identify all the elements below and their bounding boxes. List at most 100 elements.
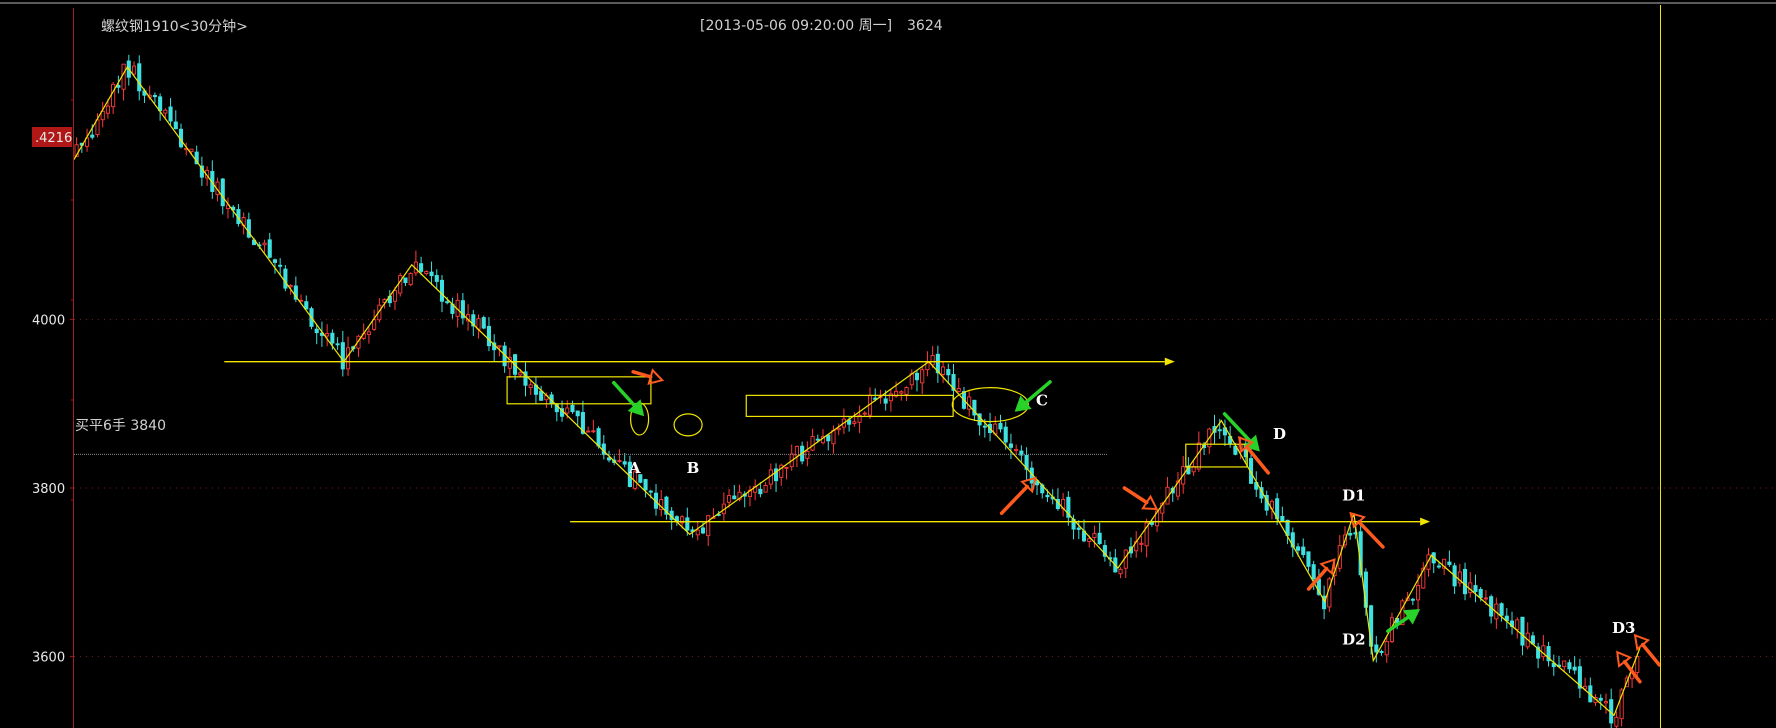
candle-body [424,271,429,275]
candle-body [131,65,137,75]
candle-body [700,527,706,534]
chart-title: 螺纹钢1910<30分钟> [101,18,248,35]
candle-body [956,388,961,392]
candle-body [1076,527,1081,530]
candle-body [763,485,768,493]
candle-body [648,490,653,493]
chart-background [0,0,1776,728]
candle-body [946,369,951,376]
candle-body [1520,616,1525,646]
candle-body [982,425,987,428]
candle-body [586,430,591,433]
candle-body [173,121,178,130]
candle-body [596,428,601,447]
candlestick-chart: A B C D D1 D2 D3 3600 3800 4000 .4216 螺纹钢1910<30… [0,0,1776,728]
candle-body [168,106,173,122]
candle-body [392,290,398,302]
crosshair-value: 3624 [907,18,943,34]
candle-body [163,109,168,114]
candle-body [539,390,544,401]
candle-body [685,517,690,531]
candle-body [283,268,288,289]
candle-body [1008,443,1013,448]
candle-body [941,366,946,375]
candle-body [862,412,867,415]
tick-label-4000: 4000 [32,314,65,329]
candle-body [1572,666,1577,671]
candle-body [278,264,283,267]
candle-body [732,495,737,500]
candle-body [622,461,627,465]
candle-body [591,430,596,433]
candle-body [727,495,732,503]
candle-body [831,430,836,445]
candle-body [784,466,789,469]
point-label-b: B [687,459,700,477]
candle-body [528,384,533,389]
point-label-d3: D3 [1612,619,1635,637]
candle-body [1499,603,1504,616]
candle-body [304,301,309,310]
candle-body [481,317,486,329]
candle-body [565,407,570,414]
candle-body [1603,701,1609,704]
candle-body [1003,426,1008,443]
candle-body [105,105,110,114]
candle-body [826,434,831,442]
candle-body [836,427,841,431]
candle-body [904,387,909,395]
candle-body [810,436,815,451]
candle-body [152,94,157,98]
candle-body [419,263,424,272]
candle-body [695,529,700,536]
candle-body [920,369,925,384]
candle-body [1562,660,1567,668]
candle-body [1311,564,1316,580]
candle-body [111,83,116,108]
candle-body [137,63,142,92]
candle-body [330,332,335,344]
candle-body [288,284,293,288]
point-label-a: A [628,459,641,477]
candle-body [606,457,612,461]
candle-body [1217,429,1222,432]
candle-body [1598,697,1603,701]
candle-body [267,239,272,258]
point-label-d: D [1273,425,1286,443]
candle-body [434,275,439,282]
candle-body [1301,546,1306,555]
candle-body [476,318,481,330]
candle-body [116,84,121,88]
tick-label-3800: 3800 [32,482,65,497]
candle-body [1447,561,1452,566]
candle-body [1379,651,1384,653]
candle-body [1196,442,1201,470]
candle-body [1295,546,1301,551]
candle-body [121,63,126,90]
candle-body [1097,532,1102,545]
candle-body [189,148,194,153]
tick-label-3600: 3600 [32,650,65,665]
candle-body [1348,532,1353,536]
candle-body [1384,640,1389,656]
candle-body [325,332,330,337]
candle-body [1410,598,1415,601]
candle-body [398,275,403,294]
candle-body [1118,568,1123,575]
candle-body [570,404,575,413]
crosshair-datetime: [2013-05-06 09:20:00 周一] [700,18,892,34]
candle-body [1285,519,1290,536]
candle-body [408,273,413,286]
candle-body [486,325,492,347]
candle-body [1515,619,1520,630]
candle-body [1567,662,1572,670]
candle-body [706,515,711,537]
candle-body [1374,644,1379,653]
candle-body [1092,533,1097,538]
candle-body [617,460,622,462]
candle-body [314,328,319,334]
candle-body [158,96,163,112]
candle-body [95,119,100,135]
candle-body [1045,494,1050,498]
candle-body [445,301,450,304]
